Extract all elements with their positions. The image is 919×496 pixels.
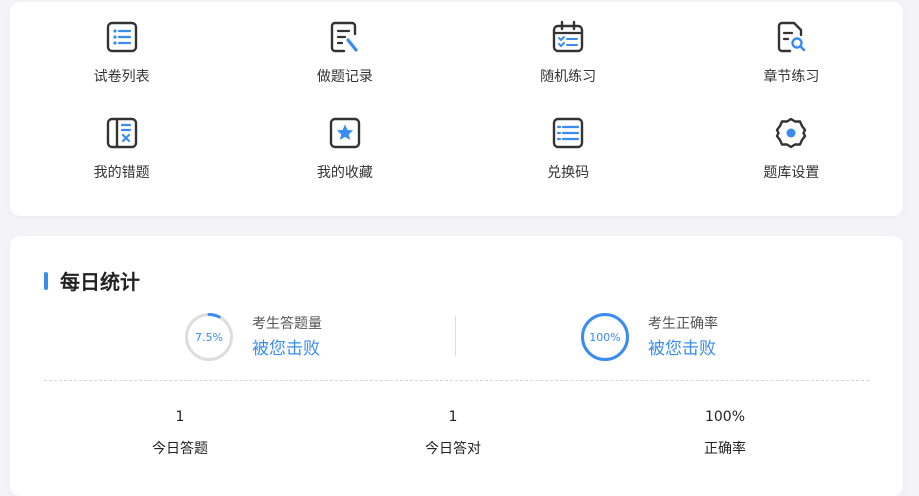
menu-item-label: 章节练习 [763, 69, 820, 85]
daily-stats-card: 每日统计 7.5% 考生答题量 被您击败 100% 考生正确率 被您击败 1 今… [10, 236, 903, 496]
menu-item-redeem-code[interactable]: 兑换码 [457, 116, 680, 212]
menu-grid: 试卷列表 做题记录 随机练习 章节练习 我的错题 我的收藏 兑换码 题库设置 [10, 2, 903, 216]
stat-label: 正确率 [704, 441, 746, 457]
menu-item-wrong-questions[interactable]: 我的错题 [10, 116, 233, 212]
menu-item-label: 兑换码 [547, 165, 590, 181]
menu-item-paper-list[interactable]: 试卷列表 [10, 20, 233, 116]
menu-item-label: 我的收藏 [316, 165, 373, 181]
list-icon [105, 20, 139, 54]
menu-item-chapter-practice[interactable]: 章节练习 [680, 20, 903, 116]
gauge-caption: 考生答题量 [252, 316, 322, 332]
stat-value: 1 [448, 409, 458, 425]
stat-today-correct: 1 今日答对 [383, 408, 523, 458]
menu-item-label: 随机练习 [540, 69, 597, 85]
gauge-caption: 考生正确率 [648, 316, 718, 332]
stat-value: 1 [175, 409, 185, 425]
document-search-icon [774, 20, 808, 54]
code-list-icon [551, 116, 585, 150]
gauge-value: 7.5% [195, 330, 223, 344]
menu-item-my-favorites[interactable]: 我的收藏 [233, 116, 456, 212]
progress-ring: 7.5% [184, 312, 234, 362]
dashed-divider [44, 380, 869, 381]
section-title: 每日统计 [44, 266, 140, 295]
menu-item-label: 我的错题 [93, 165, 150, 181]
menu-item-label: 题库设置 [763, 165, 820, 181]
accuracy-gauge: 100% 考生正确率 被您击败 [580, 312, 718, 362]
menu-item-random-practice[interactable]: 随机练习 [457, 20, 680, 116]
progress-ring: 100% [580, 312, 630, 362]
gauge-value: 100% [589, 330, 621, 344]
gauge-beaten-link[interactable]: 被您击败 [252, 339, 322, 359]
calendar-check-icon [551, 20, 585, 54]
vertical-divider [455, 316, 456, 356]
menu-item-label: 试卷列表 [93, 69, 150, 85]
answer-volume-gauge: 7.5% 考生答题量 被您击败 [184, 312, 322, 362]
menu-item-answer-record[interactable]: 做题记录 [233, 20, 456, 116]
gauge-beaten-link[interactable]: 被您击败 [648, 339, 718, 359]
stat-label: 今日答对 [425, 441, 481, 457]
stat-today-answered: 1 今日答题 [110, 408, 250, 458]
stat-value: 100% [704, 409, 746, 425]
menu-item-bank-settings[interactable]: 题库设置 [680, 116, 903, 212]
star-icon [328, 116, 362, 150]
gear-icon [774, 116, 808, 150]
edit-record-icon [328, 20, 362, 54]
menu-card: 试卷列表 做题记录 随机练习 章节练习 我的错题 我的收藏 兑换码 题库设置 [10, 2, 903, 216]
stat-label: 今日答题 [152, 441, 208, 457]
title-accent-bar [44, 271, 48, 290]
stat-accuracy: 100% 正确率 [655, 408, 795, 458]
menu-item-label: 做题记录 [316, 69, 373, 85]
wrong-book-icon [105, 116, 139, 150]
section-title-text: 每日统计 [60, 270, 140, 294]
